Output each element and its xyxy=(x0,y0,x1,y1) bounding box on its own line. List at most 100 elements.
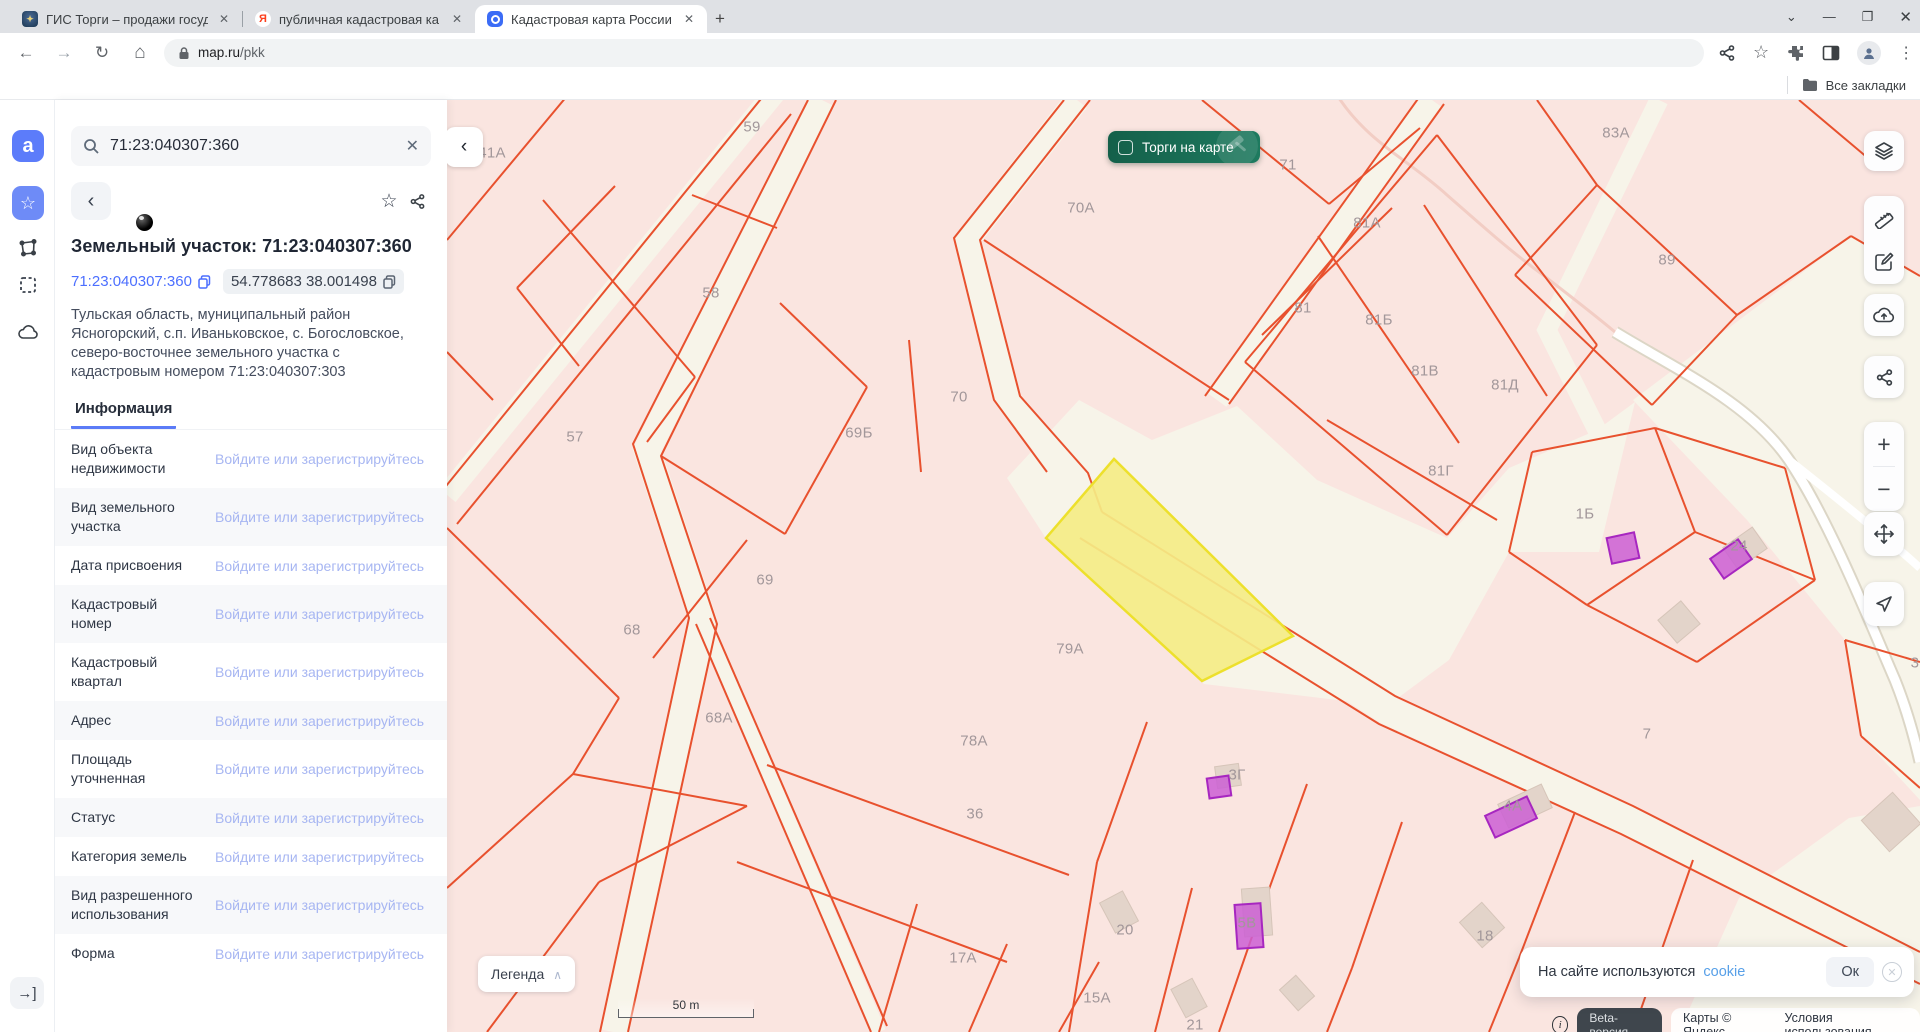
reload-icon[interactable]: ↻ xyxy=(90,43,114,63)
edit-button[interactable] xyxy=(1864,240,1904,284)
tab-close-icon[interactable]: ✕ xyxy=(216,11,232,27)
tab-information[interactable]: Информация xyxy=(71,400,177,429)
zoom-in-button[interactable]: + xyxy=(1864,422,1904,466)
tab-close-icon[interactable]: ✕ xyxy=(681,11,697,27)
login-register-link[interactable]: Войдите или зарегистрируйтесь xyxy=(197,946,431,962)
parcel-label: 81А xyxy=(1353,214,1381,232)
parcel-label: 83А xyxy=(1602,124,1630,142)
parcel-label: 17А xyxy=(949,949,977,967)
row-label: Статус xyxy=(71,809,116,825)
yandex-maps-credit[interactable]: Карты © Яндекс xyxy=(1683,1011,1767,1032)
profile-avatar[interactable] xyxy=(1857,40,1882,65)
parcel-label: 24 xyxy=(1730,537,1748,555)
coordinates-chip[interactable]: 54.778683 38.001498 xyxy=(222,269,404,294)
tab-public-cadastre[interactable]: Я публичная кадастровая ка ✕ xyxy=(243,5,475,33)
app-logo-icon[interactable]: a xyxy=(12,130,44,162)
favorites-icon[interactable]: ☆ xyxy=(12,186,44,220)
panel-back-button[interactable]: ‹ xyxy=(71,182,111,220)
clear-search-icon[interactable]: ✕ xyxy=(406,136,419,156)
parcel-label: 59 xyxy=(743,118,761,136)
tab-gis-torgi[interactable]: ✦ ГИС Торги – продажи госуд ✕ xyxy=(10,5,242,33)
close-button[interactable]: ✕ xyxy=(1899,8,1912,26)
search-box[interactable]: ✕ xyxy=(71,126,431,166)
share-map-button[interactable] xyxy=(1864,356,1904,398)
cadastral-number-link[interactable]: 71:23:040307:360 xyxy=(71,273,211,290)
info-row: Статус Войдите или зарегистрируйтесь xyxy=(55,798,447,837)
zoom-out-button[interactable]: − xyxy=(1864,467,1904,511)
login-register-link[interactable]: Войдите или зарегистрируйтесь xyxy=(197,509,431,525)
forward-icon[interactable]: → xyxy=(52,43,76,63)
kebab-menu-icon[interactable]: ⋮ xyxy=(1898,43,1914,63)
url-path: /pkk xyxy=(240,44,265,60)
copy-icon[interactable] xyxy=(198,274,211,289)
map-scale: 50 m xyxy=(618,998,754,1018)
login-register-link[interactable]: Войдите или зарегистрируйтесь xyxy=(197,664,431,680)
gerb-icon: ✦ xyxy=(22,11,38,27)
layers-button[interactable] xyxy=(1864,131,1904,171)
login-register-link[interactable]: Войдите или зарегистрируйтесь xyxy=(197,558,431,574)
share-icon[interactable] xyxy=(1718,44,1736,62)
collapse-sidebar-button[interactable]: ‹ xyxy=(447,127,483,167)
app-icon-rail: a ☆ →] xyxy=(0,100,55,1032)
info-row: Вид разрешенного использования Войдите и… xyxy=(55,876,447,934)
tab-close-icon[interactable]: ✕ xyxy=(449,11,465,27)
cookie-close-icon[interactable]: ✕ xyxy=(1882,962,1902,982)
minimize-button[interactable]: — xyxy=(1823,9,1836,24)
login-register-link[interactable]: Войдите или зарегистрируйтесь xyxy=(197,810,431,826)
parcel-label: 3Г xyxy=(1228,766,1246,784)
login-register-link[interactable]: Войдите или зарегистрируйтесь xyxy=(197,606,431,622)
tab-title: ГИС Торги – продажи госуд xyxy=(46,11,208,27)
parcel-label: 21 xyxy=(1186,1016,1204,1032)
zoom-controls: + − xyxy=(1864,422,1904,511)
restore-button[interactable]: ❐ xyxy=(1862,9,1874,25)
extensions-icon[interactable] xyxy=(1786,43,1805,62)
tab-search-icon[interactable]: ⌄ xyxy=(1786,9,1797,25)
login-register-link[interactable]: Войдите или зарегистрируйтесь xyxy=(197,451,431,467)
side-panel-icon[interactable] xyxy=(1822,44,1840,62)
row-label: Категория земель xyxy=(71,848,187,864)
back-icon[interactable]: ← xyxy=(14,43,38,63)
info-row: Кадастровый номер Войдите или зарегистри… xyxy=(55,585,447,643)
torgi-checkbox[interactable] xyxy=(1118,139,1133,155)
cookie-banner: На сайте используются cookie Ок ✕ xyxy=(1520,947,1914,997)
cadastral-map-canvas[interactable]: 41А 59 58 57 70А 71 70 69Б 69 68 68А 78А 79А 36 17А 15А… xyxy=(447,100,1920,1032)
torgi-on-map-toggle[interactable]: Торги на карте xyxy=(1108,131,1260,163)
home-icon[interactable]: ⌂ xyxy=(128,42,152,64)
browser-toolbar: ← → ↻ ⌂ map.ru/pkk ☆ ⋮ xyxy=(0,33,1920,72)
url-bar[interactable]: map.ru/pkk xyxy=(164,38,1704,67)
tab-title: публичная кадастровая ка xyxy=(279,11,440,27)
search-input[interactable] xyxy=(110,137,396,155)
info-row: Вид земельного участка Войдите или зарег… xyxy=(55,488,447,546)
pan-button[interactable] xyxy=(1864,512,1904,556)
login-register-link[interactable]: Войдите или зарегистрируйтесь xyxy=(197,897,431,913)
all-bookmarks-button[interactable]: Все закладки xyxy=(1786,76,1906,94)
cloud-icon[interactable] xyxy=(17,321,39,343)
legend-button[interactable]: Легенда ∧ xyxy=(478,956,576,992)
tab-cadastral-map-active[interactable]: Кадастровая карта России ✕ xyxy=(475,5,707,33)
login-register-link[interactable]: Войдите или зарегистрируйтесь xyxy=(197,849,431,865)
parcel-title: Земельный участок: 71:23:040307:360 xyxy=(71,236,412,256)
parcel-label: 81Г xyxy=(1428,462,1454,480)
terms-link[interactable]: Условия использования xyxy=(1785,1011,1909,1032)
share-parcel-icon[interactable] xyxy=(403,187,431,215)
favorite-star-icon[interactable]: ☆ xyxy=(375,187,403,215)
login-register-link[interactable]: Войдите или зарегистрируйтесь xyxy=(197,761,431,777)
ruler-button[interactable] xyxy=(1864,196,1904,240)
bookmark-star-icon[interactable]: ☆ xyxy=(1753,42,1769,63)
info-icon[interactable]: i xyxy=(1552,1016,1569,1032)
measure-edit-group xyxy=(1864,196,1904,284)
select-area-icon[interactable] xyxy=(17,274,39,296)
cookie-ok-button[interactable]: Ок xyxy=(1826,957,1874,987)
all-bookmarks-label: Все закладки xyxy=(1825,77,1906,93)
polygon-tool-icon[interactable] xyxy=(17,237,39,259)
login-register-link[interactable]: Войдите или зарегистрируйтесь xyxy=(197,713,431,729)
info-row: Вид объекта недвижимости Войдите или зар… xyxy=(55,430,447,488)
new-tab-button[interactable]: + xyxy=(715,9,725,29)
copy-icon[interactable] xyxy=(383,274,396,289)
yandex-icon: Я xyxy=(255,11,271,27)
login-exit-icon[interactable]: →] xyxy=(10,977,44,1009)
cookie-link[interactable]: cookie xyxy=(1703,964,1745,980)
browser-tab-strip: ✦ ГИС Торги – продажи госуд ✕ Я публична… xyxy=(0,0,1920,33)
locate-button[interactable] xyxy=(1864,582,1904,626)
upload-button[interactable] xyxy=(1864,294,1904,336)
